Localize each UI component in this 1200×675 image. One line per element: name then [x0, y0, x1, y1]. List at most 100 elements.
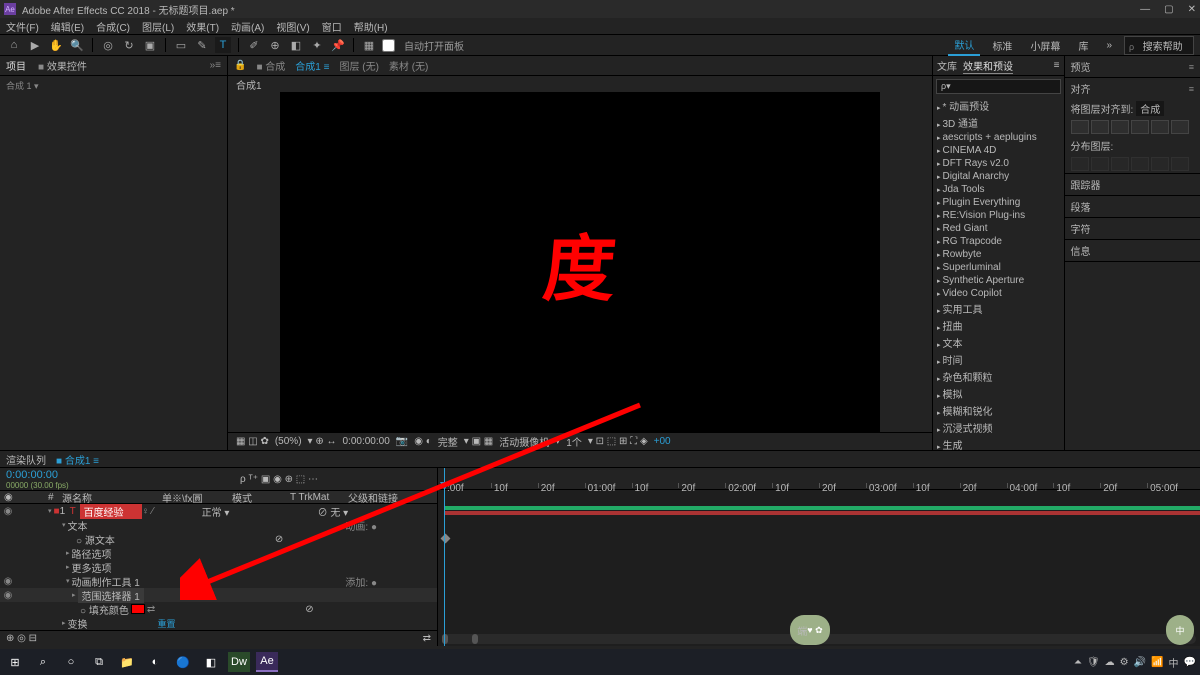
- paragraph-panel[interactable]: 段落: [1071, 199, 1091, 214]
- eraser-tool-icon[interactable]: ◧: [288, 37, 304, 53]
- ime-icon[interactable]: 中: [1169, 655, 1179, 670]
- effect-category[interactable]: 实用工具: [933, 300, 1064, 317]
- shape-tool-icon[interactable]: ▭: [173, 37, 189, 53]
- app-icon[interactable]: ◧: [200, 652, 222, 672]
- menu-help[interactable]: 帮助(H): [354, 19, 388, 34]
- composition-canvas[interactable]: 度: [280, 92, 880, 432]
- align-left-icon[interactable]: [1071, 120, 1089, 134]
- col-parent[interactable]: 父级和链接: [348, 490, 398, 505]
- effect-category[interactable]: 时间: [933, 351, 1064, 368]
- snapshot-icon[interactable]: 📷: [396, 436, 408, 447]
- tray-icon[interactable]: 🔊: [1134, 657, 1146, 668]
- layer-row[interactable]: ◉ ▾ ■ 1 T 百度经验 ♀ ⁄ 正常 ▾ ⊘ 无 ▾: [0, 504, 437, 518]
- menu-file[interactable]: 文件(F): [6, 19, 39, 34]
- app-icon[interactable]: 🔵: [172, 652, 194, 672]
- panel-icon[interactable]: ▦: [361, 37, 377, 53]
- tray-icon[interactable]: ⚙: [1120, 657, 1129, 668]
- effect-category[interactable]: RE:Vision Plug-ins: [933, 209, 1064, 222]
- ws-small[interactable]: 小屏幕: [1024, 36, 1066, 55]
- search-icon[interactable]: ⌕: [32, 652, 54, 672]
- menu-window[interactable]: 窗口: [322, 19, 342, 34]
- col-mode[interactable]: 模式: [232, 490, 290, 505]
- rotate-tool-icon[interactable]: ↻: [121, 37, 137, 53]
- notifications-icon[interactable]: 💬: [1184, 657, 1196, 668]
- preview-panel[interactable]: 预览: [1071, 59, 1091, 74]
- character-panel[interactable]: 字符: [1071, 221, 1091, 236]
- type-tool-icon[interactable]: T: [215, 37, 231, 53]
- effect-category[interactable]: Synthetic Aperture: [933, 274, 1064, 287]
- camera-tool-icon[interactable]: ▣: [142, 37, 158, 53]
- col-trkmat[interactable]: T TrkMat: [290, 492, 348, 503]
- ws-lib[interactable]: 库: [1072, 36, 1094, 55]
- effect-category[interactable]: * 动画预设: [933, 97, 1064, 114]
- effect-category[interactable]: Rowbyte: [933, 248, 1064, 261]
- layer-name[interactable]: 百度经验: [80, 504, 142, 519]
- align-panel[interactable]: 对齐: [1071, 81, 1091, 96]
- timeline-search-icons[interactable]: ρ ᵀ⁺ ▣ ◉ ⊕ ⬚ ⋯: [240, 474, 318, 485]
- tray-icon[interactable]: 📶: [1151, 657, 1163, 668]
- tab-comp1[interactable]: ■ 合成1 ≡: [56, 452, 99, 467]
- parent-link[interactable]: ⊘ 无 ▾: [318, 504, 349, 519]
- effect-category[interactable]: Red Giant: [933, 222, 1064, 235]
- effect-category[interactable]: 杂色和颗粒: [933, 368, 1064, 385]
- menu-edit[interactable]: 编辑(E): [51, 19, 84, 34]
- orbit-tool-icon[interactable]: ◎: [100, 37, 116, 53]
- prop-path-options[interactable]: 路径选项: [72, 546, 112, 561]
- effect-category[interactable]: Jda Tools: [933, 183, 1064, 196]
- effect-category[interactable]: CINEMA 4D: [933, 144, 1064, 157]
- align-top-icon[interactable]: [1131, 120, 1149, 134]
- puppet-tool-icon[interactable]: 📌: [330, 37, 346, 53]
- panel-menu-icon[interactable]: ≡: [1054, 60, 1060, 71]
- effect-category[interactable]: DFT Rays v2.0: [933, 157, 1064, 170]
- hand-tool-icon[interactable]: ✋: [48, 37, 64, 53]
- effect-category[interactable]: 扭曲: [933, 317, 1064, 334]
- toggle-modes-icon[interactable]: ⇄: [423, 633, 431, 644]
- current-timecode[interactable]: 0:00:00:00: [6, 469, 431, 481]
- align-target[interactable]: 合成: [1136, 101, 1164, 116]
- resolution[interactable]: 完整: [438, 434, 458, 449]
- layer-tab[interactable]: 图层 (无): [339, 58, 378, 73]
- tracker-panel[interactable]: 跟踪器: [1071, 177, 1101, 192]
- cortana-icon[interactable]: ○: [60, 652, 82, 672]
- twirl-icon[interactable]: ▾: [48, 507, 52, 515]
- lock-icon[interactable]: 🔒: [234, 60, 246, 71]
- help-search[interactable]: ρ 搜索帮助: [1124, 36, 1194, 55]
- viewer-timecode[interactable]: 0:00:00:00: [343, 436, 390, 447]
- effect-category[interactable]: 沉浸式视频: [933, 419, 1064, 436]
- mag-icon[interactable]: ▦ ◫ ✿: [236, 436, 269, 447]
- aftereffects-icon[interactable]: Ae: [256, 652, 278, 672]
- explorer-icon[interactable]: 📁: [116, 652, 138, 672]
- dreamweaver-icon[interactable]: Dw: [228, 652, 250, 672]
- effects-search[interactable]: ρ▾: [936, 79, 1061, 94]
- effect-category[interactable]: Superluminal: [933, 261, 1064, 274]
- app-icon[interactable]: ◐: [144, 652, 166, 672]
- tab-library[interactable]: 文库: [937, 58, 957, 73]
- playhead[interactable]: [444, 468, 445, 646]
- ws-more-icon[interactable]: »: [1100, 38, 1118, 53]
- camera-select[interactable]: 活动摄像机: [499, 434, 549, 449]
- taskview-icon[interactable]: ⧉: [88, 652, 110, 672]
- effect-category[interactable]: 3D 通道: [933, 114, 1064, 131]
- home-tool-icon[interactable]: ⌂: [6, 37, 22, 53]
- col-source[interactable]: 源名称: [62, 490, 162, 505]
- effect-category[interactable]: 文本: [933, 334, 1064, 351]
- maximize-button[interactable]: ▢: [1164, 4, 1173, 15]
- selection-tool-icon[interactable]: ▶: [27, 37, 43, 53]
- menu-layer[interactable]: 图层(L): [142, 19, 174, 34]
- effect-category[interactable]: Digital Anarchy: [933, 170, 1064, 183]
- zoom-tool-icon[interactable]: 🔍: [69, 37, 85, 53]
- blend-mode[interactable]: 正常 ▾: [202, 504, 260, 519]
- animator-group[interactable]: 动画制作工具 1: [72, 574, 140, 589]
- panel-menu-icon[interactable]: »≡: [210, 60, 221, 71]
- align-vcenter-icon[interactable]: [1151, 120, 1169, 134]
- start-button[interactable]: ⊞: [4, 652, 26, 672]
- effect-category[interactable]: aescripts + aeplugins: [933, 131, 1064, 144]
- ws-standard[interactable]: 标准: [986, 36, 1018, 55]
- info-panel[interactable]: 信息: [1071, 243, 1091, 258]
- minimize-button[interactable]: —: [1140, 4, 1150, 15]
- bubble-a[interactable]: 端 ♥ ✿: [790, 615, 830, 645]
- flowchart-tab[interactable]: 合成1: [236, 77, 262, 92]
- zoom-level[interactable]: (50%): [275, 436, 302, 447]
- prop-text[interactable]: 文本: [68, 518, 88, 533]
- menu-effect[interactable]: 效果(T): [186, 19, 219, 34]
